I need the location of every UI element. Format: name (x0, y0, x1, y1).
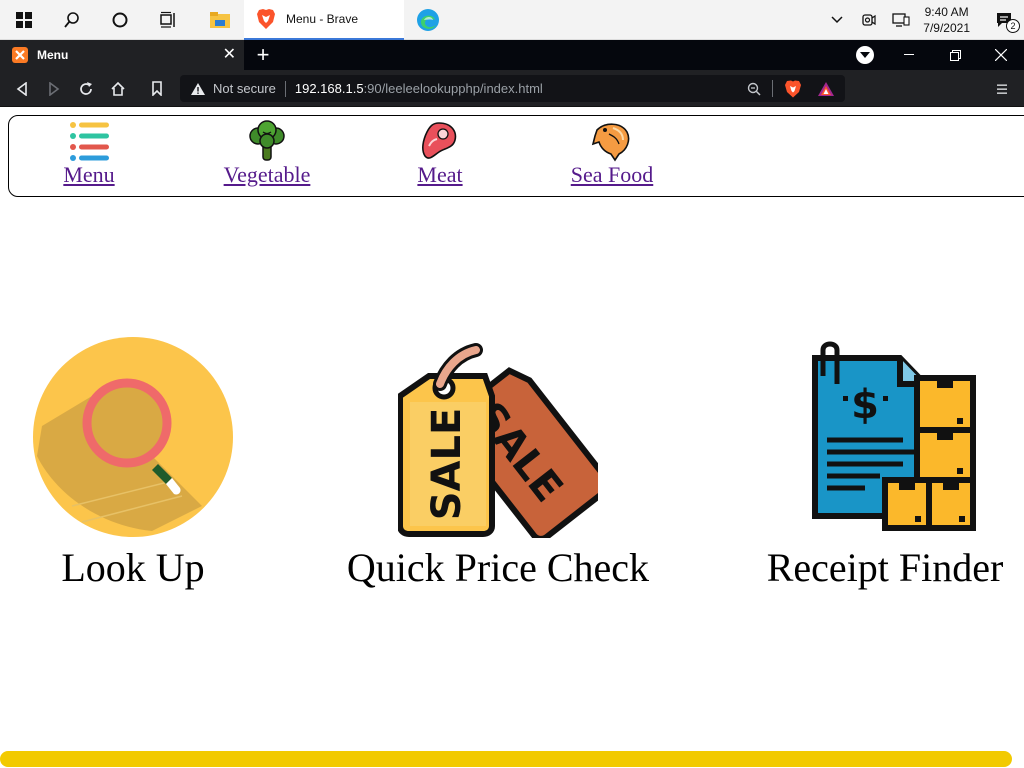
action-center-button[interactable]: 2 (984, 0, 1024, 40)
tile-label-look-up: Look Up (61, 545, 205, 590)
caret-down-icon (860, 51, 870, 58)
clock-time: 9:40 AM (924, 5, 969, 19)
browser-tab-title: Menu (37, 48, 69, 62)
menu-list-icon (70, 122, 109, 161)
url-divider-right (772, 80, 773, 97)
back-arrow-icon (16, 81, 27, 96)
warning-triangle-icon (191, 82, 205, 95)
task-view-button[interactable] (144, 0, 192, 40)
windows-logo-icon (16, 12, 32, 28)
cortana-circle-icon (112, 12, 128, 28)
forward-arrow-icon (49, 81, 60, 96)
clock-date: 7/9/2021 (923, 21, 970, 35)
bookmark-button[interactable] (141, 70, 173, 107)
edge-icon (417, 9, 439, 31)
close-icon (995, 49, 1007, 61)
window-close-button[interactable] (978, 40, 1024, 70)
horizontal-scrollbar[interactable] (0, 750, 1024, 768)
back-button[interactable] (6, 70, 38, 107)
brave-lion-icon (257, 9, 275, 29)
browser-tab-strip: Menu ✕ + (0, 40, 1024, 70)
url-divider (284, 80, 286, 97)
broccoli-icon (249, 120, 285, 161)
tab-search-button[interactable] (856, 46, 874, 64)
nav-link-meat[interactable]: Meat (417, 162, 462, 188)
tray-meet-button[interactable] (853, 0, 885, 40)
new-tab-button[interactable]: + (252, 44, 274, 66)
tile-look-up[interactable]: Look Up (30, 336, 236, 591)
browser-menu-button[interactable] (986, 70, 1018, 107)
category-nav: Menu Vegetable Meat Sea Food (8, 115, 1024, 197)
nav-item-menu[interactable]: Menu (61, 120, 117, 188)
brave-rewards-icon[interactable] (817, 81, 835, 97)
security-warning-label[interactable]: Not secure (213, 81, 276, 96)
sale-tag-icon: SALE SALE (398, 343, 598, 538)
steak-icon (422, 122, 457, 159)
nav-link-vegetable[interactable]: Vegetable (224, 162, 311, 188)
reload-button[interactable] (70, 70, 102, 107)
tab-close-icon[interactable]: ✕ (223, 46, 236, 64)
nav-item-vegetable[interactable]: Vegetable (219, 120, 315, 188)
edge-button[interactable] (404, 0, 452, 40)
url-path: :90/leeleelookupphp/index.html (363, 81, 543, 96)
taskbar-app-title: Menu - Brave (286, 12, 359, 26)
receipt-boxes-icon: $ (812, 341, 976, 531)
xampp-favicon-icon (12, 47, 28, 63)
minimize-icon (904, 54, 914, 55)
search-icon (64, 12, 79, 28)
window-minimize-button[interactable] (886, 40, 932, 70)
task-view-icon (160, 11, 175, 28)
tray-overflow-button[interactable] (821, 0, 853, 40)
address-bar[interactable]: Not secure 192.168.1.5:90/leeleelookupph… (180, 75, 845, 102)
zoom-out-icon[interactable] (747, 82, 761, 96)
url-host: 192.168.1.5 (294, 81, 364, 96)
tile-receipt-finder[interactable]: $ Receipt Finder (760, 336, 1010, 591)
file-explorer-button[interactable] (196, 0, 244, 40)
svg-text:SALE: SALE (424, 408, 470, 521)
reload-icon (80, 81, 92, 95)
chevron-up-icon (831, 16, 843, 24)
home-icon (111, 81, 125, 96)
nav-item-sea-food[interactable]: Sea Food (565, 120, 659, 188)
folder-icon (210, 12, 230, 28)
windows-taskbar: Menu - Brave 9:40 AM 7/9/2021 2 (0, 0, 1024, 40)
restore-icon (949, 49, 961, 61)
tray-network-button[interactable] (885, 0, 917, 40)
fish-icon (591, 123, 630, 162)
tile-quick-price-check[interactable]: SALE SALE Quick Price Check (340, 336, 656, 591)
window-restore-button[interactable] (932, 40, 978, 70)
svg-text:$: $ (851, 382, 879, 428)
brave-shields-icon[interactable] (785, 80, 801, 98)
network-icon (892, 13, 910, 27)
tile-label-receipt-finder: Receipt Finder (766, 545, 1004, 590)
nav-item-meat[interactable]: Meat (410, 120, 470, 188)
search-button[interactable] (48, 0, 96, 40)
tile-label-quick-price-check: Quick Price Check (346, 545, 650, 590)
home-button[interactable] (102, 70, 134, 107)
meet-now-icon (862, 14, 876, 26)
cortana-button[interactable] (96, 0, 144, 40)
browser-toolbar: Not secure 192.168.1.5:90/leeleelookupph… (0, 70, 1024, 107)
system-clock[interactable]: 9:40 AM 7/9/2021 (917, 4, 984, 36)
magnifier-icon (33, 337, 233, 537)
hamburger-menu-icon (997, 84, 1007, 94)
scrollbar-thumb[interactable] (0, 751, 1012, 767)
nav-link-menu[interactable]: Menu (63, 162, 114, 188)
bookmark-icon (152, 81, 162, 96)
browser-tab-menu[interactable]: Menu ✕ (0, 40, 244, 70)
taskbar-brave-app[interactable]: Menu - Brave (244, 0, 404, 40)
nav-link-sea-food[interactable]: Sea Food (571, 162, 654, 188)
notification-count-badge: 2 (1006, 19, 1020, 33)
system-tray: 9:40 AM 7/9/2021 2 (821, 0, 1024, 40)
forward-button[interactable] (38, 70, 70, 107)
start-button[interactable] (0, 0, 48, 40)
